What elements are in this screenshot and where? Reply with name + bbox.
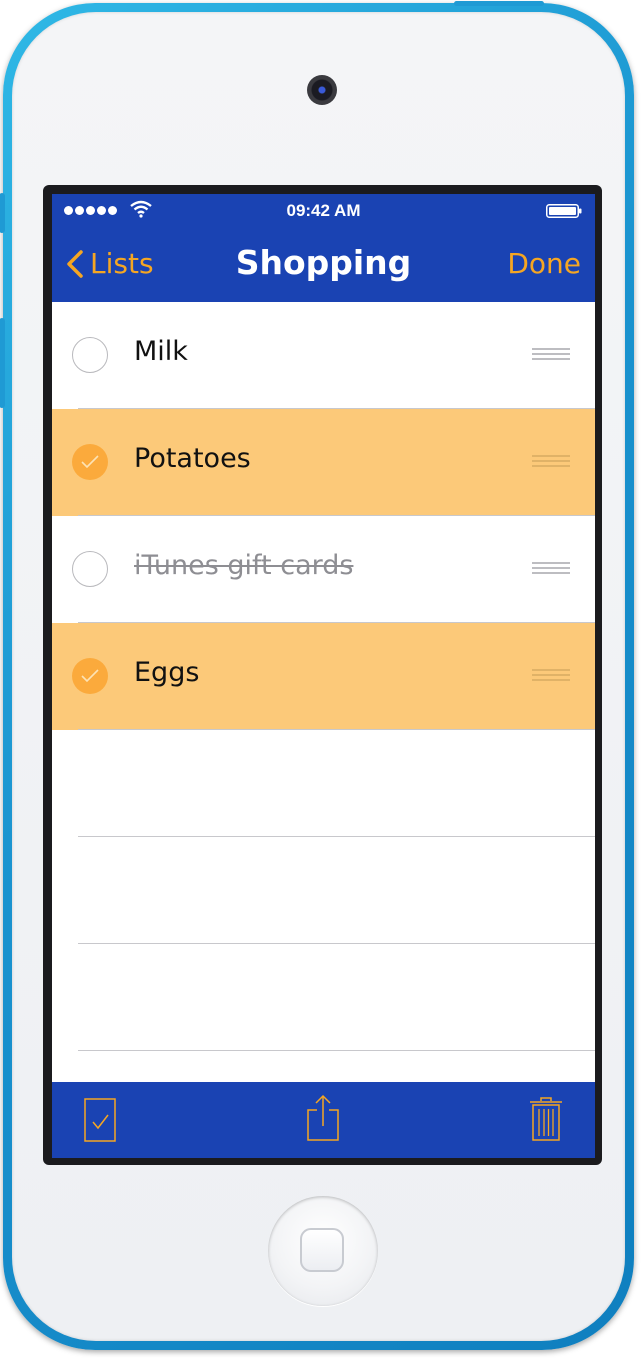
reorder-handle-icon[interactable] xyxy=(532,455,570,469)
empty-row[interactable] xyxy=(52,944,595,1051)
bottom-toolbar xyxy=(52,1082,595,1158)
checkmark-icon xyxy=(81,455,99,469)
home-button[interactable] xyxy=(268,1196,378,1306)
front-camera xyxy=(307,75,337,105)
list-item-2[interactable]: iTunes gift cards xyxy=(52,516,595,623)
app-screen: 09:42 AM Lists Shopping Done Milk Potato… xyxy=(52,194,595,1158)
item-label-struck: iTunes gift cards xyxy=(134,550,354,581)
checkbox-circle[interactable] xyxy=(72,551,108,587)
home-button-square-icon xyxy=(300,1228,344,1272)
reorder-handle-icon[interactable] xyxy=(532,669,570,683)
trash-icon[interactable] xyxy=(529,1096,563,1142)
volume-up-button xyxy=(0,193,5,233)
row-divider xyxy=(78,1050,595,1051)
checkbox-circle-checked[interactable] xyxy=(72,658,108,694)
share-icon[interactable] xyxy=(306,1094,340,1142)
empty-row[interactable] xyxy=(52,730,595,837)
status-bar: 09:42 AM xyxy=(52,194,595,230)
reorder-handle-icon[interactable] xyxy=(532,562,570,576)
check-all-icon[interactable] xyxy=(84,1098,116,1142)
status-time: 09:42 AM xyxy=(286,201,361,220)
empty-row[interactable] xyxy=(52,837,595,944)
checkbox-circle-checked[interactable] xyxy=(72,444,108,480)
shopping-list: Milk Potatoes iTunes gift cards Eggs xyxy=(52,302,595,1051)
header: 09:42 AM Lists Shopping Done xyxy=(52,194,595,302)
list-item-0[interactable]: Milk xyxy=(52,302,595,409)
list-item-1[interactable]: Potatoes xyxy=(52,409,595,516)
item-label: Potatoes xyxy=(134,443,251,474)
battery-icon xyxy=(546,204,582,218)
navigation-bar: Lists Shopping Done xyxy=(52,234,595,296)
done-button[interactable]: Done xyxy=(507,247,581,280)
checkmark-icon xyxy=(81,669,99,683)
volume-down-button xyxy=(0,318,5,408)
item-label: Milk xyxy=(134,336,188,367)
list-item-3[interactable]: Eggs xyxy=(52,623,595,730)
item-label: Eggs xyxy=(134,657,200,688)
power-button xyxy=(454,1,544,6)
checkbox-circle[interactable] xyxy=(72,337,108,373)
reorder-handle-icon[interactable] xyxy=(532,348,570,362)
